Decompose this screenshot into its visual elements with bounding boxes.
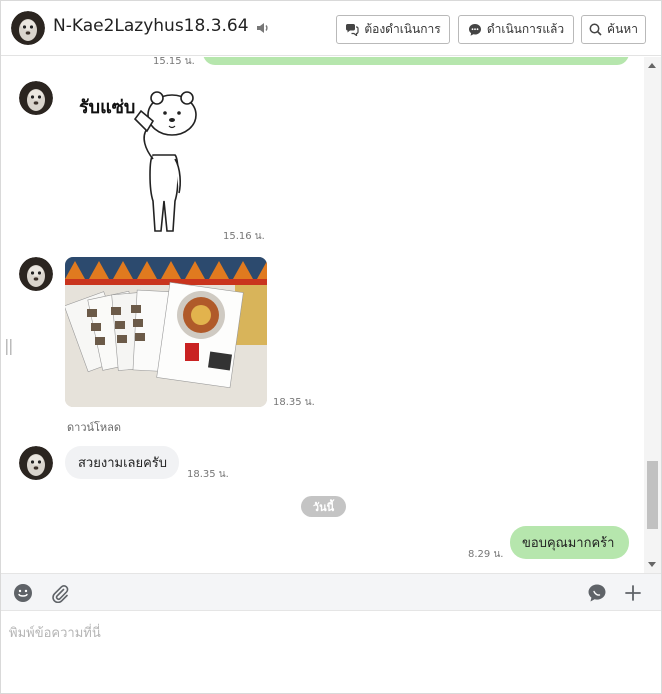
chat-options-button[interactable] bbox=[586, 582, 608, 604]
photo-message[interactable] bbox=[65, 257, 267, 407]
attach-file-button[interactable] bbox=[49, 582, 71, 604]
message-timestamp: 15.15 น. bbox=[153, 57, 195, 67]
sticker-text: รับแซ่บ bbox=[79, 97, 135, 118]
message-text: สวยงามเลยครับ bbox=[78, 456, 168, 471]
download-link[interactable]: ดาวน์โหลด bbox=[67, 418, 121, 436]
scroll-up-arrow-icon[interactable] bbox=[648, 63, 656, 68]
speaker-icon[interactable] bbox=[255, 20, 271, 36]
chat-header: N-Kae2Lazyhus18.3.64 ต้องดำเนินการ ดำเนิ… bbox=[1, 1, 661, 56]
done-button[interactable]: ดำเนินการแล้ว bbox=[458, 15, 574, 44]
message-text: ขอบคุณมากคร้า bbox=[522, 536, 615, 551]
scrollbar-thumb[interactable] bbox=[647, 461, 658, 529]
outgoing-message-partial[interactable] bbox=[203, 57, 629, 65]
sender-avatar[interactable] bbox=[19, 446, 53, 480]
message-timestamp: 8.29 น. bbox=[468, 549, 504, 560]
message-timestamp: 18.35 น. bbox=[273, 397, 315, 408]
pane-resize-handle[interactable] bbox=[5, 339, 13, 355]
message-composer bbox=[1, 612, 661, 693]
message-list[interactable]: 15.15 น. รับแซ่บ 15.16 น. 18.35 น. ดาวน์… bbox=[1, 57, 661, 573]
outgoing-message[interactable]: ขอบคุณมากคร้า bbox=[510, 526, 629, 559]
incoming-message[interactable]: สวยงามเลยครับ bbox=[65, 446, 179, 479]
done-button-label: ดำเนินการแล้ว bbox=[486, 22, 565, 36]
chat-window: N-Kae2Lazyhus18.3.64 ต้องดำเนินการ ดำเนิ… bbox=[0, 0, 662, 694]
search-button-label: ค้นหา bbox=[607, 22, 638, 36]
smiley-icon bbox=[14, 584, 32, 602]
chat-dots-icon bbox=[468, 23, 481, 36]
search-button[interactable]: ค้นหา bbox=[581, 15, 646, 44]
date-divider: วันนี้ bbox=[301, 496, 346, 517]
sender-avatar[interactable] bbox=[19, 81, 53, 115]
message-timestamp: 15.16 น. bbox=[223, 231, 265, 242]
add-button[interactable] bbox=[622, 582, 644, 604]
paperclip-icon bbox=[52, 585, 69, 603]
sender-avatar[interactable] bbox=[19, 257, 53, 291]
search-icon bbox=[589, 23, 602, 36]
chat-bubbles-icon bbox=[346, 24, 359, 36]
contact-avatar[interactable] bbox=[11, 11, 45, 45]
scroll-down-arrow-icon[interactable] bbox=[648, 562, 656, 567]
message-input[interactable] bbox=[1, 612, 661, 693]
message-timestamp: 18.35 น. bbox=[187, 469, 229, 480]
sticker-message[interactable]: รับแซ่บ bbox=[75, 89, 201, 235]
message-scrollbar[interactable] bbox=[644, 57, 661, 573]
todo-button-label: ต้องดำเนินการ bbox=[364, 22, 441, 36]
chat-bubble-icon bbox=[588, 584, 606, 602]
plus-icon bbox=[625, 585, 641, 601]
chat-title: N-Kae2Lazyhus18.3.64 bbox=[53, 16, 249, 36]
emoji-button[interactable] bbox=[12, 582, 34, 604]
todo-button[interactable]: ต้องดำเนินการ bbox=[336, 15, 450, 44]
composer-toolbar bbox=[1, 573, 661, 611]
